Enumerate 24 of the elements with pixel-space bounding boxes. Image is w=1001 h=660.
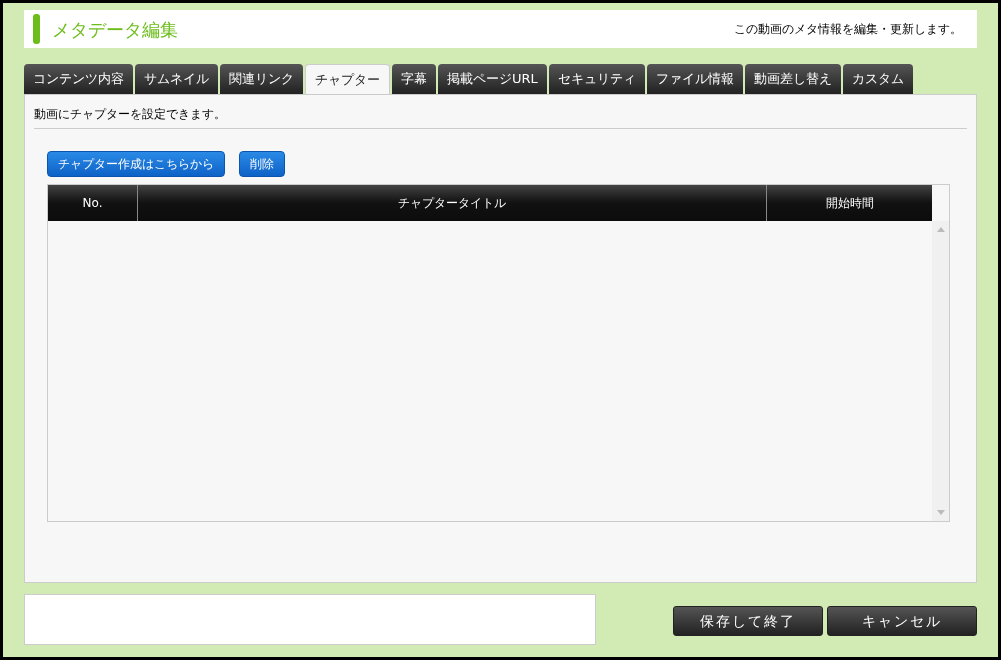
tab[interactable]: 字幕 — [392, 64, 436, 94]
footer-button[interactable]: キャンセル — [827, 606, 977, 636]
tab[interactable]: サムネイル — [135, 64, 218, 94]
tab[interactable]: セキュリティ — [548, 64, 645, 94]
page-title: メタデータ編集 — [52, 17, 179, 42]
tab[interactable]: カスタム — [842, 64, 913, 94]
action-button[interactable]: 削除 — [239, 151, 285, 177]
column-header: チャプタータイトル — [138, 185, 767, 221]
tab[interactable]: コンテンツ内容 — [24, 64, 133, 94]
column-header: 開始時間 — [767, 185, 932, 221]
footer-button[interactable]: 保存して終了 — [673, 606, 823, 636]
scroll-up-icon[interactable] — [936, 227, 945, 232]
tab[interactable]: 掲載ページURL — [438, 64, 547, 94]
panel-description: 動画にチャプターを設定できます。 — [34, 106, 227, 123]
header-description: この動画のメタ情報を編集・更新します。 — [734, 21, 962, 38]
scrollbar[interactable] — [932, 221, 949, 521]
tab[interactable]: ファイル情報 — [646, 64, 743, 94]
tab[interactable]: チャプター — [305, 64, 390, 94]
tab[interactable]: 関連リンク — [220, 64, 303, 94]
tab[interactable]: 動画差し替え — [744, 64, 841, 94]
accent-bar-icon — [33, 14, 40, 44]
scroll-down-icon[interactable] — [936, 510, 945, 515]
action-button[interactable]: チャプター作成はこちらから — [47, 151, 225, 177]
column-header: No. — [48, 185, 138, 221]
